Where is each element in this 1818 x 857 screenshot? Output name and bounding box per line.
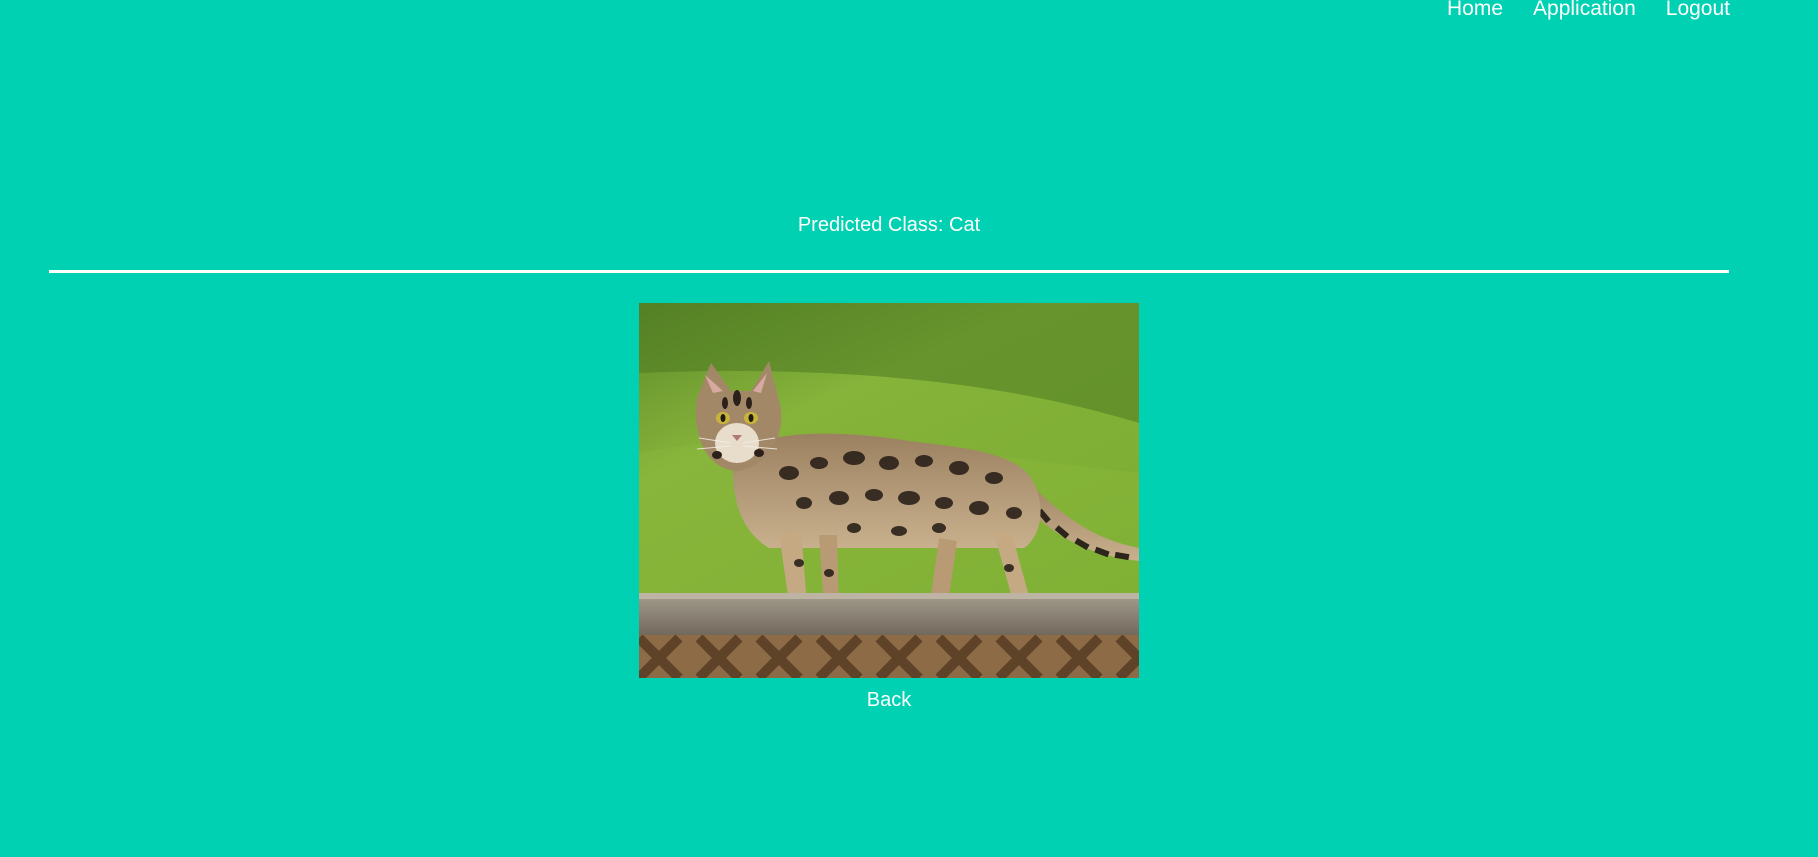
back-link[interactable]: Back [639, 689, 1139, 712]
top-nav: Home Application Logout [1447, 0, 1730, 21]
page: Home Application Logout Predicted Class:… [0, 0, 1818, 857]
nav-home-link[interactable]: Home [1447, 0, 1503, 21]
nav-application-link[interactable]: Application [1533, 0, 1636, 21]
nav-logout-link[interactable]: Logout [1666, 0, 1730, 21]
cat-photo [639, 303, 1139, 678]
predicted-class-text: Predicted Class: Cat [797, 214, 981, 236]
divider [49, 270, 1729, 273]
